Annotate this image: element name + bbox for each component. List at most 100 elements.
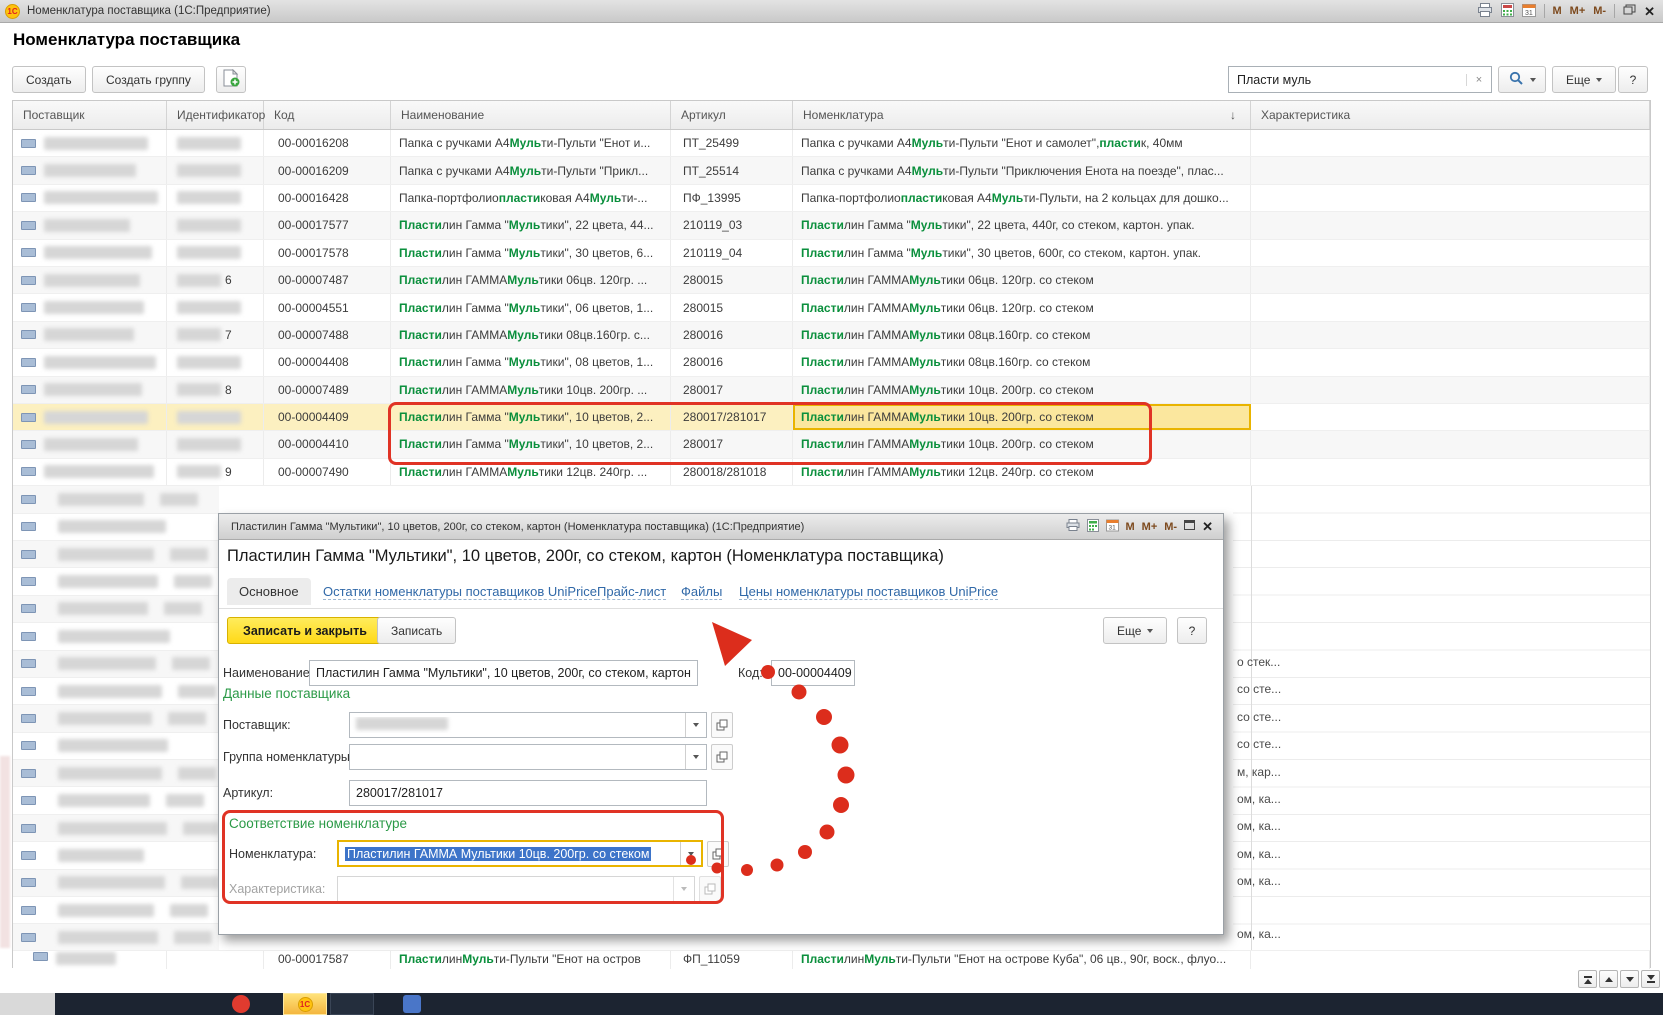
item-icon (21, 413, 36, 422)
table-row[interactable]: 00-00004410Пластилин Гамма "Мультики", 1… (13, 431, 1650, 458)
column-header-identifier[interactable]: Идентификатор (167, 101, 264, 129)
memory-m-minus-button[interactable]: M- (1593, 5, 1606, 17)
column-header-characteristic[interactable]: Характеристика (1251, 101, 1650, 129)
calculator-icon[interactable] (1087, 519, 1099, 535)
taskbar-app-tile[interactable] (330, 993, 374, 1015)
nomenclature-field[interactable]: Пластилин ГАММА Мультики 10цв. 200гр. со… (337, 840, 703, 867)
table-row[interactable]: 700-00007488Пластилин ГАММА Мультики 08ц… (13, 322, 1650, 349)
name-field-label: Наименование: (223, 666, 313, 680)
supplier-field[interactable] (349, 712, 707, 738)
new-document-button[interactable] (216, 66, 246, 93)
open-characteristic-icon (699, 876, 721, 902)
censored-value (56, 952, 116, 965)
row-nomenclature: Пластилин Мульти-Пульти "Енот на острове… (793, 951, 1251, 969)
group-field-label: Группа номенклатуры: (223, 750, 353, 764)
code-field-label: Код: (738, 666, 763, 680)
table-row[interactable]: 00-00016208Папка с ручками А4 Мульти-Пул… (13, 130, 1650, 157)
search-button[interactable] (1498, 66, 1546, 93)
hidden-row-fragment: ом, ка... (1237, 847, 1307, 861)
dropdown-icon[interactable] (685, 713, 706, 737)
dialog-help-button[interactable]: ? (1177, 617, 1207, 644)
create-group-button[interactable]: Создать группу (92, 66, 205, 93)
1c-logo-icon: 1С (298, 997, 313, 1012)
close-icon[interactable]: ✕ (1202, 520, 1213, 533)
group-field[interactable] (349, 744, 707, 770)
calculator-icon[interactable] (1501, 3, 1514, 20)
item-icon (21, 248, 36, 257)
help-button[interactable]: ? (1618, 66, 1648, 93)
dropdown-icon[interactable] (680, 842, 701, 865)
new-document-icon (221, 69, 241, 91)
tab-link-pricelist[interactable]: Прайс-лист (597, 584, 666, 600)
table-row[interactable]: 00-00017578Пластилин Гамма "Мультики", 3… (13, 240, 1650, 267)
tab-link-prices[interactable]: Цены номенклатуры поставщиков UniPrice (739, 584, 998, 600)
close-icon[interactable]: ✕ (1644, 5, 1655, 18)
open-group-icon[interactable] (711, 744, 733, 770)
tab-link-remains[interactable]: Остатки номенклатуры поставщиков UniPric… (323, 584, 597, 600)
calendar-icon[interactable]: 31 (1106, 519, 1119, 535)
svg-text:31: 31 (1525, 10, 1533, 17)
dialog-title: Пластилин Гамма "Мультики", 10 цветов, 2… (227, 547, 944, 566)
print-icon[interactable] (1477, 3, 1493, 20)
scroll-up-button[interactable] (1599, 970, 1618, 988)
print-icon[interactable] (1066, 519, 1080, 534)
memory-m-plus-button[interactable]: M+ (1570, 5, 1586, 17)
row-name: Пластилин Мульти-Пульти "Енот на остров (391, 951, 671, 969)
scroll-down-button[interactable] (1620, 970, 1639, 988)
item-icon (21, 139, 36, 148)
table-row[interactable]: 00-00004409Пластилин Гамма "Мультики", 1… (13, 404, 1650, 431)
table-row[interactable]: 900-00007490Пластилин ГАММА Мультики 12ц… (13, 459, 1650, 486)
nomenclature-field-label: Номенклатура: (229, 847, 316, 861)
taskbar-app-icon-red[interactable] (232, 995, 250, 1013)
open-nomenclature-icon[interactable] (707, 841, 729, 867)
save-button[interactable]: Записать (377, 617, 456, 644)
item-icon (21, 193, 36, 202)
restore-window-icon[interactable] (1623, 4, 1636, 18)
open-supplier-icon[interactable] (711, 712, 733, 738)
taskbar-start-area[interactable] (0, 993, 55, 1015)
table-row[interactable]: 00-00004551Пластилин Гамма "Мультики", 0… (13, 294, 1650, 321)
memory-m-plus-button[interactable]: M+ (1142, 521, 1158, 533)
column-header-code[interactable]: Код (264, 101, 391, 129)
article-field[interactable]: 280017/281017 (349, 780, 707, 806)
divider (1544, 4, 1545, 18)
table-row[interactable]: 00-00017577Пластилин Гамма "Мультики", 2… (13, 212, 1650, 239)
calendar-icon[interactable]: 31 (1522, 3, 1536, 20)
dropdown-icon[interactable] (685, 745, 706, 769)
scroll-to-bottom-button[interactable] (1641, 970, 1660, 988)
dialog-more-button[interactable]: Еще (1103, 617, 1167, 644)
table-row[interactable]: 600-00007487Пластилин ГАММА Мультики 06ц… (13, 267, 1650, 294)
create-button[interactable]: Создать (12, 66, 86, 93)
table-header: Поставщик Идентификатор Код Наименование… (13, 101, 1650, 130)
code-field[interactable]: 00-00004409 (771, 660, 855, 686)
taskbar-app-icon-blue[interactable] (403, 995, 421, 1013)
search-icon (1509, 71, 1524, 89)
divider (1614, 4, 1615, 18)
table-row[interactable]: 800-00007489Пластилин ГАММА Мультики 10ц… (13, 377, 1650, 404)
memory-m-button[interactable]: M (1553, 5, 1562, 17)
save-and-close-button[interactable]: Записать и закрыть (227, 617, 383, 644)
column-header-name[interactable]: Наименование (391, 101, 671, 129)
column-header-article[interactable]: Артикул (671, 101, 793, 129)
table-row[interactable]: 00-00016428Папка-портфолио пластиковая А… (13, 185, 1650, 212)
table-row[interactable]: 00-00016209Папка с ручками А4 Мульти-Пул… (13, 157, 1650, 184)
name-field[interactable]: Пластилин Гамма "Мультики", 10 цветов, 2… (309, 660, 698, 686)
1c-logo-icon: 1С (5, 4, 20, 19)
column-header-supplier[interactable]: Поставщик (13, 101, 167, 129)
table-row[interactable]: 00-00017587 Пластилин Мульти-Пульти "Ено… (13, 950, 1650, 969)
scroll-to-top-button[interactable] (1578, 970, 1597, 988)
censored-value (356, 717, 448, 730)
clear-search-icon[interactable]: × (1466, 74, 1491, 86)
taskbar-1c-app-active[interactable]: 1С (283, 993, 327, 1015)
maximize-icon[interactable] (1184, 520, 1195, 533)
column-header-nomenclature[interactable]: Номенклатура↓ (793, 101, 1251, 129)
memory-m-button[interactable]: M (1126, 521, 1135, 533)
item-icon (21, 467, 36, 476)
characteristic-field[interactable] (337, 876, 695, 902)
table-row[interactable]: 00-00004408Пластилин Гамма "Мультики", 0… (13, 349, 1650, 376)
tab-link-files[interactable]: Файлы (681, 584, 722, 600)
tab-main[interactable]: Основное (227, 578, 311, 605)
more-button[interactable]: Еще (1552, 66, 1616, 93)
search-input[interactable]: Пласти муль × (1228, 66, 1492, 93)
memory-m-minus-button[interactable]: M- (1164, 521, 1177, 533)
